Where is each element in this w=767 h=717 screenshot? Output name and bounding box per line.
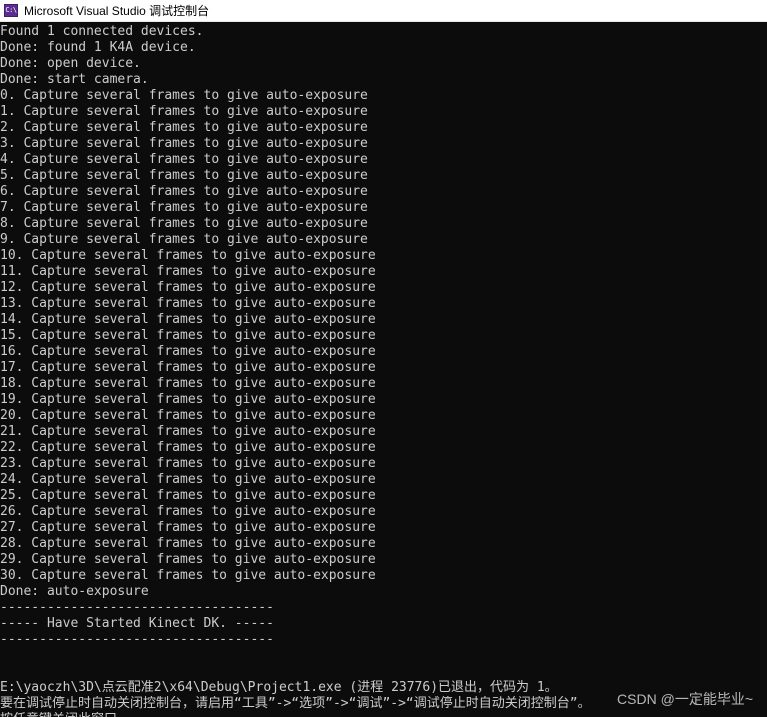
console-line: 20. Capture several frames to give auto-…: [0, 408, 376, 423]
console-line: 4. Capture several frames to give auto-e…: [0, 152, 368, 167]
console-line: 29. Capture several frames to give auto-…: [0, 552, 376, 567]
console-line: 要在调试停止时自动关闭控制台，请启用“工具”->“选项”->“调试”->“调试停…: [0, 696, 591, 711]
console-line: 25. Capture several frames to give auto-…: [0, 488, 376, 503]
console-line: -----------------------------------: [0, 600, 274, 615]
console-line: 23. Capture several frames to give auto-…: [0, 456, 376, 471]
console-line: 5. Capture several frames to give auto-e…: [0, 168, 368, 183]
console-line: 按任意键关闭此窗口. . .: [0, 712, 767, 717]
title-bar[interactable]: C:\ Microsoft Visual Studio 调试控制台: [0, 0, 767, 22]
console-line: Done: auto-exposure: [0, 584, 149, 599]
console-line: -----------------------------------: [0, 632, 274, 647]
console-window: C:\ Microsoft Visual Studio 调试控制台 Found …: [0, 0, 767, 717]
console-line: 26. Capture several frames to give auto-…: [0, 504, 376, 519]
console-line: 10. Capture several frames to give auto-…: [0, 248, 376, 263]
console-line: 21. Capture several frames to give auto-…: [0, 424, 376, 439]
console-line: 1. Capture several frames to give auto-e…: [0, 104, 368, 119]
console-line: 9. Capture several frames to give auto-e…: [0, 232, 368, 247]
visual-studio-console-icon: C:\: [4, 4, 18, 17]
console-line: 12. Capture several frames to give auto-…: [0, 280, 376, 295]
console-line: 2. Capture several frames to give auto-e…: [0, 120, 368, 135]
console-line: 3. Capture several frames to give auto-e…: [0, 136, 368, 151]
console-line: 14. Capture several frames to give auto-…: [0, 312, 376, 327]
console-line: Done: found 1 K4A device.: [0, 40, 196, 55]
console-line: 27. Capture several frames to give auto-…: [0, 520, 376, 535]
console-line: 17. Capture several frames to give auto-…: [0, 360, 376, 375]
console-line: Done: start camera.: [0, 72, 149, 87]
console-line: Found 1 connected devices.: [0, 24, 204, 39]
console-line: 22. Capture several frames to give auto-…: [0, 440, 376, 455]
console-line: 7. Capture several frames to give auto-e…: [0, 200, 368, 215]
console-output[interactable]: Found 1 connected devices. Done: found 1 …: [0, 24, 767, 717]
console-line: 28. Capture several frames to give auto-…: [0, 536, 376, 551]
console-line: 6. Capture several frames to give auto-e…: [0, 184, 368, 199]
console-line: 13. Capture several frames to give auto-…: [0, 296, 376, 311]
console-line: 19. Capture several frames to give auto-…: [0, 392, 376, 407]
console-line: 16. Capture several frames to give auto-…: [0, 344, 376, 359]
console-line: ----- Have Started Kinect DK. -----: [0, 616, 274, 631]
console-line: 11. Capture several frames to give auto-…: [0, 264, 376, 279]
window-title: Microsoft Visual Studio 调试控制台: [24, 4, 210, 18]
console-line: 0. Capture several frames to give auto-e…: [0, 88, 368, 103]
console-line: 15. Capture several frames to give auto-…: [0, 328, 376, 343]
console-line: 8. Capture several frames to give auto-e…: [0, 216, 368, 231]
console-line: 24. Capture several frames to give auto-…: [0, 472, 376, 487]
console-line: 30. Capture several frames to give auto-…: [0, 568, 376, 583]
console-line: E:\yaoczh\3D\点云配准2\x64\Debug\Project1.ex…: [0, 680, 558, 695]
console-line: Done: open device.: [0, 56, 141, 71]
console-line: 18. Capture several frames to give auto-…: [0, 376, 376, 391]
